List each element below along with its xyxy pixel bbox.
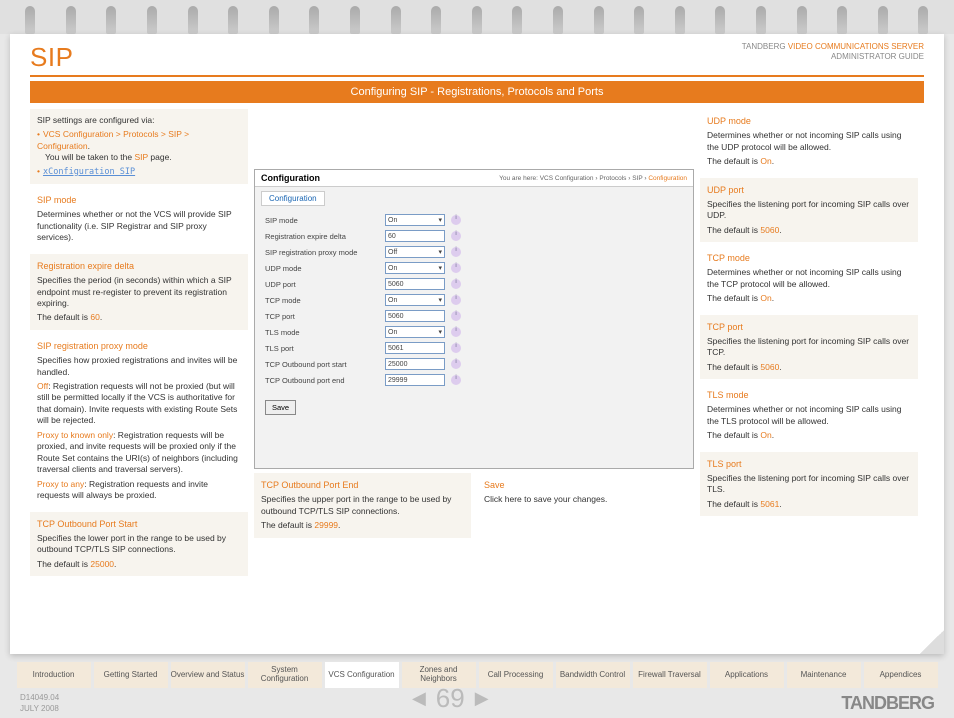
sip-regproxy-block: SIP registration proxy mode Specifies ho…	[30, 334, 248, 508]
info-icon[interactable]: i	[451, 359, 461, 369]
sip-mode-block: SIP mode Determines whether or not the V…	[30, 188, 248, 250]
intro-block: SIP settings are configured via: •VCS Co…	[30, 109, 248, 184]
info-icon[interactable]: i	[451, 327, 461, 337]
page: SIP TANDBERG VIDEO COMMUNICATIONS SERVER…	[10, 34, 944, 654]
config-input[interactable]: 25000	[385, 358, 445, 370]
tcp-out-start-block: TCP Outbound Port Start Specifies the lo…	[30, 512, 248, 577]
tls-port-block: TLS port Specifies the listening port fo…	[700, 452, 918, 517]
config-select[interactable]: On	[385, 326, 445, 338]
config-row-label: TCP port	[265, 312, 385, 321]
config-row-label: TCP Outbound port start	[265, 360, 385, 369]
config-input[interactable]: 60	[385, 230, 445, 242]
config-row-label: TCP mode	[265, 296, 385, 305]
xconfig-link[interactable]: xConfiguration SIP	[43, 167, 135, 177]
config-input[interactable]: 29999	[385, 374, 445, 386]
section-banner: Configuring SIP - Registrations, Protoco…	[30, 81, 924, 103]
config-row: Registration expire delta60 i	[265, 228, 683, 244]
config-row: TLS port5061 i	[265, 340, 683, 356]
config-screenshot: Configuration You are here: VCS Configur…	[254, 169, 694, 469]
page-header: SIP TANDBERG VIDEO COMMUNICATIONS SERVER…	[30, 42, 924, 77]
page-number: 69	[436, 683, 465, 714]
info-icon[interactable]: i	[451, 343, 461, 353]
config-row: SIP modeOni	[265, 212, 683, 228]
config-row: TLS modeOni	[265, 324, 683, 340]
info-icon[interactable]: i	[451, 375, 461, 385]
tcp-mode-block: TCP mode Determines whether or not incom…	[700, 246, 918, 311]
col-left: SIP settings are configured via: •VCS Co…	[30, 109, 248, 609]
config-row: TCP Outbound port start25000 i	[265, 356, 683, 372]
content-columns: SIP settings are configured via: •VCS Co…	[30, 109, 924, 609]
config-row-label: TLS port	[265, 344, 385, 353]
config-input[interactable]: 5061	[385, 342, 445, 354]
pager: ◀ 69 ▶	[412, 683, 489, 714]
config-row: TCP Outbound port end29999 i	[265, 372, 683, 388]
config-row-label: SIP registration proxy mode	[265, 248, 385, 257]
info-icon[interactable]: i	[451, 295, 461, 305]
spiral-binding	[0, 0, 954, 34]
config-row: UDP modeOni	[265, 260, 683, 276]
config-select[interactable]: On	[385, 294, 445, 306]
brand-logo: TANDBERG	[841, 693, 934, 714]
info-icon[interactable]: i	[451, 215, 461, 225]
config-select[interactable]: On	[385, 214, 445, 226]
config-row-label: UDP port	[265, 280, 385, 289]
info-icon[interactable]: i	[451, 311, 461, 321]
config-row: TCP port5060 i	[265, 308, 683, 324]
info-icon[interactable]: i	[451, 247, 461, 257]
tcp-out-end-block: TCP Outbound Port End Specifies the uppe…	[254, 473, 471, 538]
config-select[interactable]: On	[385, 262, 445, 274]
mid-bottom-row: TCP Outbound Port End Specifies the uppe…	[254, 473, 694, 538]
reg-expire-block: Registration expire delta Specifies the …	[30, 254, 248, 330]
config-select[interactable]: Off	[385, 246, 445, 258]
config-row: SIP registration proxy modeOffi	[265, 244, 683, 260]
config-input[interactable]: 5060	[385, 310, 445, 322]
config-row: UDP port5060 i	[265, 276, 683, 292]
next-page-icon[interactable]: ▶	[475, 688, 489, 709]
breadcrumb: You are here: VCS Configuration › Protoc…	[499, 175, 687, 182]
tcp-port-block: TCP port Specifies the listening port fo…	[700, 315, 918, 380]
config-row-label: SIP mode	[265, 216, 385, 225]
config-row-label: UDP mode	[265, 264, 385, 273]
config-tab[interactable]: Configuration	[261, 191, 325, 206]
config-row-label: TLS mode	[265, 328, 385, 337]
config-row: TCP modeOni	[265, 292, 683, 308]
info-icon[interactable]: i	[451, 231, 461, 241]
col-right: UDP mode Determines whether or not incom…	[700, 109, 918, 609]
prev-page-icon[interactable]: ◀	[412, 688, 426, 709]
config-input[interactable]: 5060	[385, 278, 445, 290]
info-icon[interactable]: i	[451, 263, 461, 273]
save-help-block: Save Click here to save your changes.	[477, 473, 694, 538]
udp-port-block: UDP port Specifies the listening port fo…	[700, 178, 918, 243]
header-right: TANDBERG VIDEO COMMUNICATIONS SERVER ADM…	[742, 42, 924, 63]
config-form: SIP modeOniRegistration expire delta60iS…	[255, 206, 693, 394]
config-row-label: Registration expire delta	[265, 232, 385, 241]
config-row-label: TCP Outbound port end	[265, 376, 385, 385]
config-header: Configuration You are here: VCS Configur…	[255, 170, 693, 187]
info-icon[interactable]: i	[451, 279, 461, 289]
doc-id: D14049.04 JULY 2008	[20, 693, 59, 714]
footer: D14049.04 JULY 2008 ◀ 69 ▶ TANDBERG	[20, 683, 934, 714]
tls-mode-block: TLS mode Determines whether or not incom…	[700, 383, 918, 448]
save-button[interactable]: Save	[265, 400, 296, 415]
col-mid: Configuration You are here: VCS Configur…	[254, 109, 694, 609]
page-title: SIP	[30, 42, 73, 73]
udp-mode-block: UDP mode Determines whether or not incom…	[700, 109, 918, 174]
